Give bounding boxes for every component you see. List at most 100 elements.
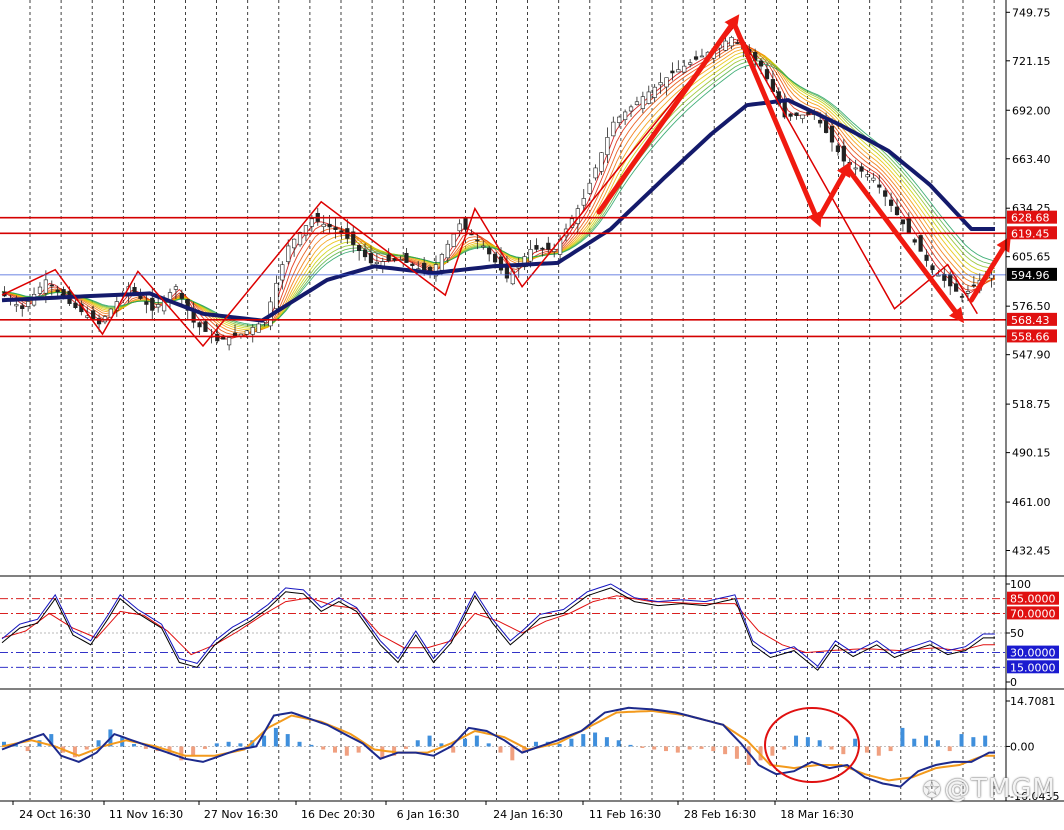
macd-histogram-bar [132,743,137,747]
candle-body [823,120,829,133]
candle-body [445,243,450,259]
macd-histogram-bar [510,746,515,761]
candle-body [498,256,504,271]
x-tick-label: 6 Jan 16:30 [397,808,460,821]
zigzag-line [1,24,978,348]
candle-body [404,252,409,263]
axes: 749.75721.15692.00663.40634.25605.65576.… [0,0,1064,821]
macd-histogram-bar [321,746,326,750]
candle-body [829,126,835,143]
candle-body [948,274,953,287]
ribbon-ma-line [1,44,996,336]
candle-body [487,247,492,255]
trading-chart: 749.75 721.15 692.00 663.40 634.25 605.65 576.… [0,0,1064,826]
candle-body [965,291,971,294]
candle-body [924,254,929,261]
watermark-text: @TMGM [944,774,1056,804]
chart-canvas: 749.75721.15692.00663.40634.25605.65576.… [0,0,1064,821]
candle-body [617,116,622,123]
annotation-circle [764,707,860,783]
candle-body [179,293,184,299]
stoch-level-label: 70.0000 [1010,607,1056,620]
candle-body [297,232,303,246]
candle-body [339,230,344,233]
candle-body [540,247,545,250]
candle-body [374,261,379,264]
macd-histogram-bar [971,737,976,747]
macd-histogram-bar [569,738,574,747]
y-tick-label: 432.45 [1012,544,1051,557]
macd-histogram-bar [297,741,302,747]
macd-histogram-bar [734,746,739,759]
candle-body [138,295,143,299]
candle-body [889,199,894,206]
macd-histogram-bar [959,734,964,747]
y-tick-label: 721.15 [1012,55,1051,68]
candle-body [623,111,628,120]
candle-body [173,286,179,290]
y-tick-label: 14.7081 [1010,695,1056,708]
candle-body [682,65,687,73]
candle-body [894,206,900,216]
stoch-level-label: 15.0000 [1010,661,1056,674]
watermark: ✪@TMGM [923,774,1056,804]
y-tick-label: 461.00 [1012,496,1051,509]
macd-histogram-bar [675,746,680,753]
candle-body [676,69,681,73]
candle-body [693,56,699,60]
candle-body [368,253,374,264]
candle-body [853,167,858,170]
y-tick-label: 0 [1010,676,1017,689]
stoch-signal-line [1,595,995,656]
x-tick-label: 11 Nov 16:30 [109,808,183,821]
stoch-level-label: 85.0000 [1010,593,1056,606]
candle-body [286,245,291,262]
level-label: 558.66 [1011,330,1050,343]
macd-histogram-bar [876,746,881,756]
candle-body [652,86,657,98]
macd-histogram-bar [143,746,148,749]
x-tick-label: 16 Dec 20:30 [301,808,375,821]
macd-histogram-bar [805,737,810,747]
y-tick-label: 576.50 [1012,300,1051,313]
candle-body [883,190,888,197]
candle-body [959,296,965,298]
candle-body [14,304,19,307]
candle-body [646,91,651,104]
macd-histogram-bar [829,746,834,750]
x-tick-label: 11 Feb 16:30 [589,808,661,821]
candle-body [989,274,994,279]
x-tick-label: 24 Oct 16:30 [19,808,91,821]
macd-histogram-bar [888,746,893,752]
candle-body [309,218,314,227]
candle-body [203,321,208,332]
stoch-blue-line [1,583,995,668]
macd-histogram-bar [226,741,231,747]
candle-body [788,113,793,117]
candle-body [835,145,841,152]
macd-histogram-bar [782,746,787,750]
trend-arrow [844,165,965,324]
candle-body [156,304,161,308]
candle-body [475,239,480,242]
macd-histogram-bar [486,743,491,747]
candle-body [611,121,616,137]
macd-histogram-bar [593,732,598,747]
candle-body [764,69,770,80]
macd-histogram-bar [628,744,633,747]
candle-body [581,198,586,206]
macd-histogram-bar [557,743,562,747]
candle-body [481,245,486,248]
candle-body [800,114,805,119]
macd-histogram-bar [238,743,243,747]
candle-body [43,279,48,294]
macd-histogram-bar [451,746,456,753]
candle-body [877,184,882,188]
candle-body [605,137,610,156]
candle-body [492,253,498,263]
candle-body [758,60,764,67]
candle-body [280,264,285,281]
candle-body [723,40,728,51]
candle-body [688,62,693,65]
macd-histogram-bar [723,746,728,755]
